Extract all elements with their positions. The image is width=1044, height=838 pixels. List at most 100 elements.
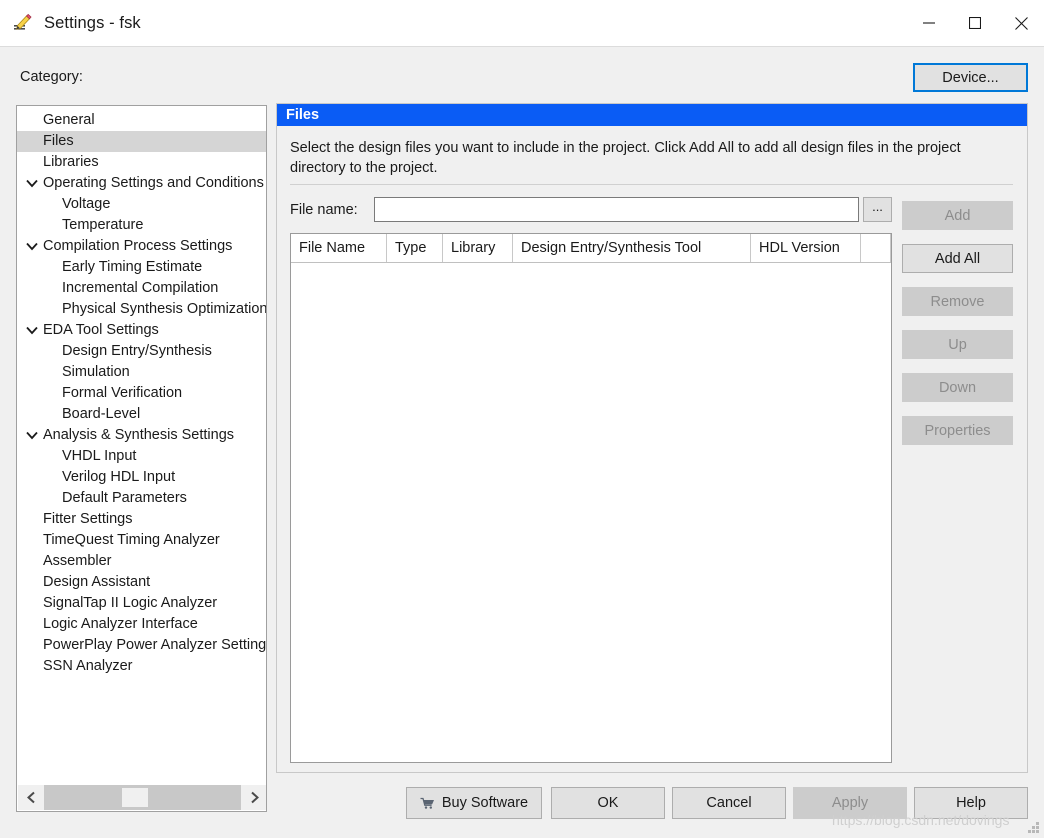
tree-item-eda-tool-settings[interactable]: EDA Tool Settings	[17, 320, 266, 341]
minimize-icon[interactable]	[906, 0, 952, 46]
tree-item-temperature[interactable]: Temperature	[17, 215, 266, 236]
tree-item-formal-verification[interactable]: Formal Verification	[17, 383, 266, 404]
tree-item-early-timing-estimate[interactable]: Early Timing Estimate	[17, 257, 266, 278]
maximize-icon[interactable]	[952, 0, 998, 46]
ok-button[interactable]: OK	[551, 787, 665, 819]
tree-item-label: Design Assistant	[43, 574, 151, 590]
tree-item-fitter-settings[interactable]: Fitter Settings	[17, 509, 266, 530]
apply-button: Apply	[793, 787, 907, 819]
category-tree-panel: General Files Libraries Operating Settings …	[16, 105, 267, 812]
tree-item-signaltap-ii-logic-analyzer[interactable]: SignalTap II Logic Analyzer	[17, 593, 266, 614]
chevron-right-icon[interactable]	[241, 785, 266, 810]
help-button[interactable]: Help	[914, 787, 1028, 819]
panel-header-title: Files	[277, 104, 1027, 126]
buy-software-button[interactable]: Buy Software	[406, 787, 542, 819]
tree-item-label: VHDL Input	[62, 448, 137, 464]
tree-item-label: Board-Level	[62, 406, 141, 422]
tree-item-powerplay-power-analyzer-settings[interactable]: PowerPlay Power Analyzer Settings	[17, 635, 266, 656]
column-header-design-entry-synthesis-tool[interactable]: Design Entry/Synthesis Tool	[513, 234, 751, 262]
chevron-down-icon[interactable]	[25, 425, 39, 446]
category-label: Category:	[20, 69, 83, 85]
tree-item-label: Formal Verification	[62, 385, 183, 401]
tree-item-timequest-timing-analyzer[interactable]: TimeQuest Timing Analyzer	[17, 530, 266, 551]
window-title: Settings - fsk	[44, 13, 141, 32]
chevron-left-icon[interactable]	[18, 785, 44, 810]
tree-item-assembler[interactable]: Assembler	[17, 551, 266, 572]
tree-item-label: Temperature	[62, 217, 144, 233]
column-header-spacer[interactable]	[861, 234, 891, 262]
scrollbar-thumb[interactable]	[122, 788, 148, 807]
tree-item-label: Logic Analyzer Interface	[43, 616, 198, 632]
tree-item-design-assistant[interactable]: Design Assistant	[17, 572, 266, 593]
tree-item-libraries[interactable]: Libraries	[17, 152, 266, 173]
tree-item-label: SSN Analyzer	[43, 658, 133, 674]
column-header-type[interactable]: Type	[387, 234, 443, 262]
tree-item-verilog-hdl-input[interactable]: Verilog HDL Input	[17, 467, 266, 488]
scrollbar-track[interactable]	[44, 785, 241, 810]
files-table[interactable]: File Name Type Library Design Entry/Synthes…	[290, 233, 892, 763]
tree-item-label: Assembler	[43, 553, 112, 569]
up-button: Up	[902, 330, 1013, 359]
tree-item-label: Simulation	[62, 364, 130, 380]
resize-grip[interactable]	[1026, 820, 1040, 834]
file-name-label: File name:	[290, 202, 358, 218]
files-settings-panel: Files Select the design files you want t…	[276, 103, 1028, 773]
tree-item-design-entry-synthesis[interactable]: Design Entry/Synthesis	[17, 341, 266, 362]
tree-item-label: Analysis & Synthesis Settings	[43, 427, 235, 443]
properties-button: Properties	[902, 416, 1013, 445]
panel-description: Select the design files you want to incl…	[290, 140, 961, 176]
tree-item-label: Verilog HDL Input	[62, 469, 176, 485]
tree-item-voltage[interactable]: Voltage	[17, 194, 266, 215]
files-table-body[interactable]	[291, 263, 891, 761]
title-bar: Settings - fsk	[0, 0, 1044, 47]
tree-item-analysis-synthesis-settings[interactable]: Analysis & Synthesis Settings	[17, 425, 266, 446]
tree-horizontal-scrollbar[interactable]	[18, 785, 266, 810]
tree-item-label: Design Entry/Synthesis	[62, 343, 212, 359]
tree-item-label: Compilation Process Settings	[43, 238, 233, 254]
tree-item-label: EDA Tool Settings	[43, 322, 159, 338]
tree-item-operating-settings-and-conditions[interactable]: Operating Settings and Conditions	[17, 173, 266, 194]
button-label: Buy Software	[441, 795, 529, 811]
add-button: Add	[902, 201, 1013, 230]
shopping-cart-icon	[420, 797, 435, 810]
tree-item-general[interactable]: General	[17, 110, 266, 131]
button-label: Help	[956, 795, 986, 811]
chevron-down-icon[interactable]	[25, 320, 39, 341]
file-name-input[interactable]	[374, 197, 859, 222]
tree-item-board-level[interactable]: Board-Level	[17, 404, 266, 425]
tree-item-compilation-process-settings[interactable]: Compilation Process Settings	[17, 236, 266, 257]
column-header-file-name[interactable]: File Name	[291, 234, 387, 262]
browse-button[interactable]: ...	[863, 197, 892, 222]
column-header-hdl-version[interactable]: HDL Version	[751, 234, 861, 262]
tree-item-default-parameters[interactable]: Default Parameters	[17, 488, 266, 509]
close-icon[interactable]	[998, 0, 1044, 46]
tree-item-files[interactable]: Files	[17, 131, 266, 152]
tree-item-label: Fitter Settings	[43, 511, 133, 527]
column-header-library[interactable]: Library	[443, 234, 513, 262]
cancel-button[interactable]: Cancel	[672, 787, 786, 819]
chevron-down-icon[interactable]	[25, 236, 39, 257]
add-all-button[interactable]: Add All	[902, 244, 1013, 273]
tree-item-simulation[interactable]: Simulation	[17, 362, 266, 383]
tree-item-label: Libraries	[43, 154, 99, 170]
tree-item-label: PowerPlay Power Analyzer Settings	[43, 637, 266, 653]
device-button[interactable]: Device...	[913, 63, 1028, 92]
tree-item-label: TimeQuest Timing Analyzer	[43, 532, 220, 548]
tree-item-vhdl-input[interactable]: VHDL Input	[17, 446, 266, 467]
tree-item-logic-analyzer-interface[interactable]: Logic Analyzer Interface	[17, 614, 266, 635]
tree-item-ssn-analyzer[interactable]: SSN Analyzer	[17, 656, 266, 677]
tree-item-label: Early Timing Estimate	[62, 259, 203, 275]
tree-item-label: Default Parameters	[62, 490, 187, 506]
remove-button: Remove	[902, 287, 1013, 316]
chevron-down-icon[interactable]	[25, 173, 39, 194]
tree-item-label: Physical Synthesis Optimizations	[62, 301, 266, 317]
down-button: Down	[902, 373, 1013, 402]
pencil-icon	[12, 12, 34, 34]
tree-item-label: Operating Settings and Conditions	[43, 175, 264, 191]
tree-item-incremental-compilation[interactable]: Incremental Compilation	[17, 278, 266, 299]
tree-item-physical-synthesis-optimizations[interactable]: Physical Synthesis Optimizations	[17, 299, 266, 320]
button-label: Apply	[831, 795, 869, 811]
tree-item-label: Voltage	[62, 196, 111, 212]
tree-item-label: Files	[43, 133, 74, 149]
category-tree-list[interactable]: General Files Libraries Operating Settings …	[17, 110, 266, 786]
